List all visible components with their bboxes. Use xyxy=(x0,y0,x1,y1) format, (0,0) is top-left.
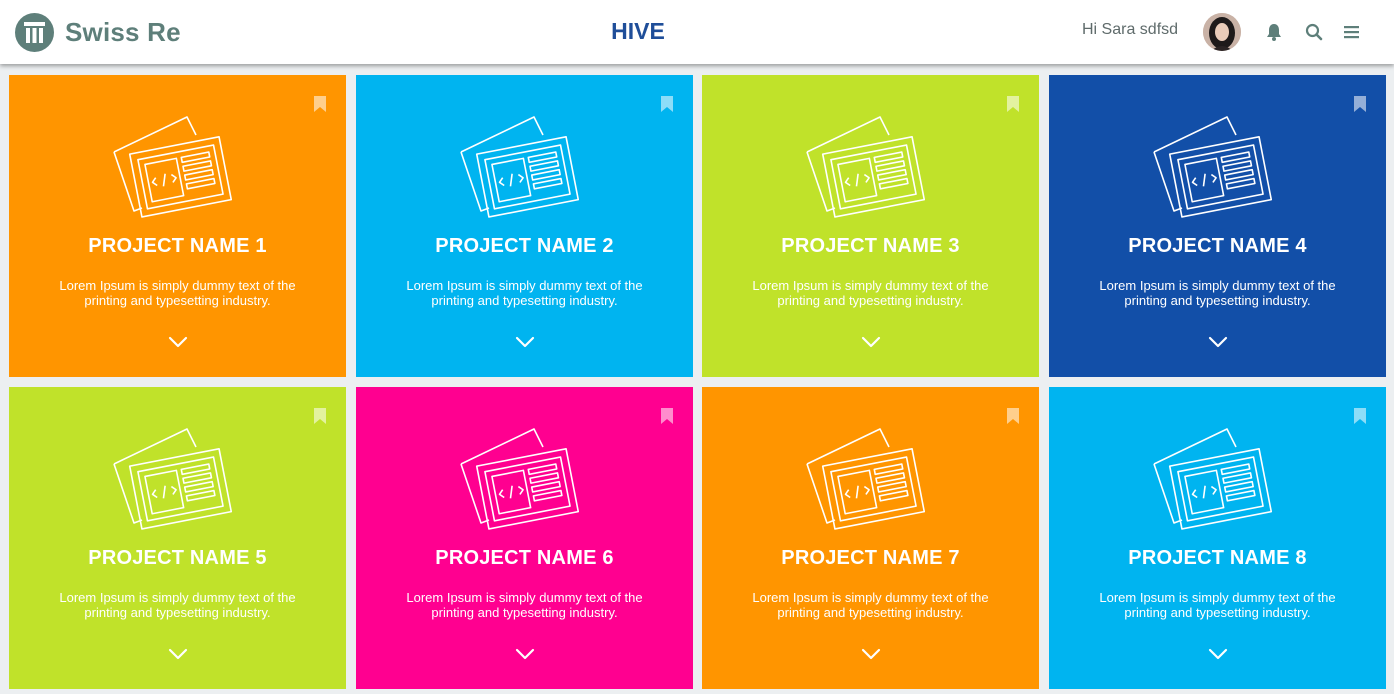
project-description: Lorem Ipsum is simply dummy text of the … xyxy=(59,590,296,620)
project-description: Lorem Ipsum is simply dummy text of the … xyxy=(406,278,643,308)
project-title: PROJECT NAME 2 xyxy=(435,235,614,257)
chevron-down-icon[interactable] xyxy=(1208,335,1228,348)
project-description: Lorem Ipsum is simply dummy text of the … xyxy=(1099,590,1336,620)
project-title: PROJECT NAME 7 xyxy=(781,547,960,569)
project-description: Lorem Ipsum is simply dummy text of the … xyxy=(406,590,643,620)
chevron-down-icon[interactable] xyxy=(168,335,188,348)
bell-icon[interactable] xyxy=(1264,22,1284,42)
bookmark-icon[interactable] xyxy=(313,96,327,112)
bookmark-icon[interactable] xyxy=(1353,408,1367,424)
code-document-icon xyxy=(1152,427,1273,532)
project-card[interactable]: PROJECT NAME 1 Lorem Ipsum is simply dum… xyxy=(9,75,346,377)
code-document-icon xyxy=(805,427,926,532)
bookmark-icon[interactable] xyxy=(660,408,674,424)
project-description: Lorem Ipsum is simply dummy text of the … xyxy=(752,278,989,308)
code-document-icon xyxy=(112,115,233,220)
bookmark-icon[interactable] xyxy=(313,408,327,424)
project-description: Lorem Ipsum is simply dummy text of the … xyxy=(752,590,989,620)
project-card[interactable]: PROJECT NAME 8 Lorem Ipsum is simply dum… xyxy=(1049,387,1386,689)
project-title: PROJECT NAME 8 xyxy=(1128,547,1307,569)
user-avatar[interactable] xyxy=(1203,13,1241,51)
top-bar: Swiss Re HIVE Hi Sara sdfsd xyxy=(0,0,1394,64)
project-card[interactable]: PROJECT NAME 6 Lorem Ipsum is simply dum… xyxy=(356,387,693,689)
code-document-icon xyxy=(112,427,233,532)
chevron-down-icon[interactable] xyxy=(861,335,881,348)
code-document-icon xyxy=(1152,115,1273,220)
project-card[interactable]: PROJECT NAME 3 Lorem Ipsum is simply dum… xyxy=(702,75,1039,377)
project-card[interactable]: PROJECT NAME 5 Lorem Ipsum is simply dum… xyxy=(9,387,346,689)
project-card[interactable]: PROJECT NAME 4 Lorem Ipsum is simply dum… xyxy=(1049,75,1386,377)
bookmark-icon[interactable] xyxy=(1006,96,1020,112)
code-document-icon xyxy=(459,427,580,532)
project-title: PROJECT NAME 5 xyxy=(88,547,267,569)
project-title: PROJECT NAME 6 xyxy=(435,547,614,569)
code-document-icon xyxy=(805,115,926,220)
code-document-icon xyxy=(459,115,580,220)
project-card[interactable]: PROJECT NAME 2 Lorem Ipsum is simply dum… xyxy=(356,75,693,377)
menu-icon[interactable] xyxy=(1342,22,1362,42)
bookmark-icon[interactable] xyxy=(1006,408,1020,424)
chevron-down-icon[interactable] xyxy=(515,335,535,348)
chevron-down-icon[interactable] xyxy=(861,647,881,660)
search-icon[interactable] xyxy=(1304,22,1324,42)
project-title: PROJECT NAME 1 xyxy=(88,235,267,257)
project-description: Lorem Ipsum is simply dummy text of the … xyxy=(59,278,296,308)
bookmark-icon[interactable] xyxy=(660,96,674,112)
project-title: PROJECT NAME 3 xyxy=(781,235,960,257)
chevron-down-icon[interactable] xyxy=(168,647,188,660)
chevron-down-icon[interactable] xyxy=(515,647,535,660)
project-card[interactable]: PROJECT NAME 7 Lorem Ipsum is simply dum… xyxy=(702,387,1039,689)
user-greeting: Hi Sara sdfsd xyxy=(1082,21,1179,38)
project-description: Lorem Ipsum is simply dummy text of the … xyxy=(1099,278,1336,308)
project-title: PROJECT NAME 4 xyxy=(1128,235,1307,257)
chevron-down-icon[interactable] xyxy=(1208,647,1228,660)
bookmark-icon[interactable] xyxy=(1353,96,1367,112)
